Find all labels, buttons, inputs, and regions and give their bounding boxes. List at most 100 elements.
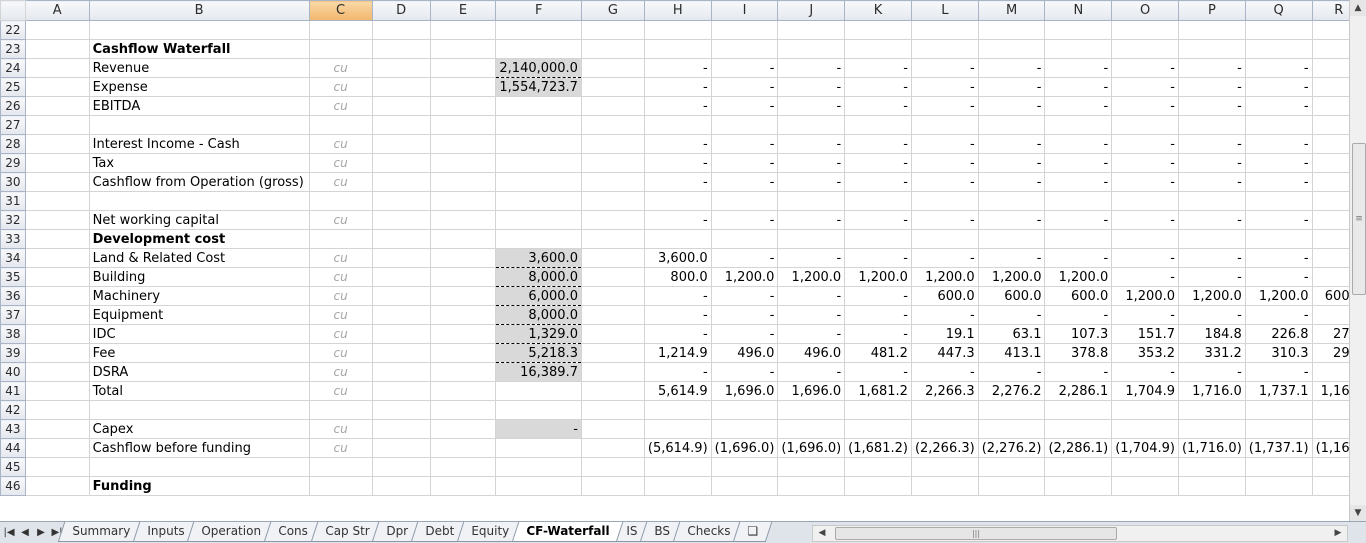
value-cell[interactable]	[777, 457, 846, 477]
value-cell[interactable]: 1,681.2	[844, 381, 912, 401]
value-cell[interactable]: -	[643, 324, 712, 344]
select-all-corner[interactable]	[0, 0, 26, 21]
value-cell[interactable]: -	[977, 248, 1046, 268]
value-cell[interactable]: (5,614.9)	[643, 438, 712, 458]
cell-d[interactable]	[371, 39, 431, 59]
value-cell[interactable]: -	[844, 305, 912, 325]
value-cell[interactable]: -	[910, 96, 979, 116]
value-cell[interactable]	[777, 229, 846, 249]
value-cell[interactable]: -	[777, 286, 846, 306]
value-cell[interactable]: -	[1044, 153, 1113, 173]
cell-e[interactable]	[429, 305, 497, 325]
value-cell[interactable]: -	[710, 172, 779, 192]
value-cell[interactable]: -	[977, 96, 1046, 116]
cell-f[interactable]	[495, 20, 582, 40]
cell-g[interactable]	[580, 305, 645, 325]
cell-d[interactable]	[371, 77, 431, 97]
value-cell[interactable]: 378.8	[1044, 343, 1113, 363]
value-cell[interactable]: -	[844, 134, 912, 154]
value-cell[interactable]: -	[1244, 267, 1313, 287]
value-cell[interactable]: -	[777, 58, 846, 78]
row-label-cell[interactable]: Revenue	[88, 58, 310, 78]
cell-a[interactable]	[24, 172, 90, 192]
value-cell[interactable]	[1244, 476, 1313, 496]
row-label-cell[interactable]: Machinery	[88, 286, 310, 306]
value-cell[interactable]	[910, 20, 979, 40]
column-header-p[interactable]: P	[1178, 0, 1246, 21]
value-cell[interactable]: -	[710, 77, 779, 97]
value-cell[interactable]	[1244, 115, 1313, 135]
value-cell[interactable]	[1044, 457, 1113, 477]
unit-cell[interactable]: cu	[308, 77, 373, 97]
value-cell[interactable]: -	[910, 362, 979, 382]
row-header[interactable]: 23	[0, 39, 26, 59]
row-label-cell[interactable]: Funding	[88, 476, 310, 496]
unit-cell[interactable]: cu	[308, 96, 373, 116]
value-cell[interactable]	[977, 457, 1046, 477]
row-label-cell[interactable]: Cashflow from Operation (gross)	[88, 172, 310, 192]
column-header-h[interactable]: H	[643, 0, 712, 21]
value-cell[interactable]	[977, 400, 1046, 420]
cell-e[interactable]	[429, 229, 497, 249]
value-cell[interactable]: 1,200.0	[777, 267, 846, 287]
value-cell[interactable]	[844, 115, 912, 135]
row-header[interactable]: 45	[0, 457, 26, 477]
row-header[interactable]: 46	[0, 476, 26, 496]
unit-cell[interactable]	[308, 229, 373, 249]
row-label-cell[interactable]: Equipment	[88, 305, 310, 325]
value-cell[interactable]: -	[844, 324, 912, 344]
value-cell[interactable]: (1,737.1)	[1244, 438, 1313, 458]
cell-g[interactable]	[580, 229, 645, 249]
column-header-i[interactable]: I	[710, 0, 779, 21]
unit-cell[interactable]	[308, 115, 373, 135]
value-cell[interactable]: -	[1111, 96, 1179, 116]
cell-g[interactable]	[580, 58, 645, 78]
cell-d[interactable]	[371, 210, 431, 230]
value-cell[interactable]: (2,286.1)	[1044, 438, 1113, 458]
cell-g[interactable]	[580, 362, 645, 382]
row-header[interactable]: 39	[0, 343, 26, 363]
cell-d[interactable]	[371, 153, 431, 173]
row-label-cell[interactable]: DSRA	[88, 362, 310, 382]
row-label-cell[interactable]: Expense	[88, 77, 310, 97]
cell-g[interactable]	[580, 400, 645, 420]
value-cell[interactable]: 1,696.0	[710, 381, 779, 401]
unit-cell[interactable]: cu	[308, 362, 373, 382]
cell-f[interactable]	[495, 172, 582, 192]
value-cell[interactable]	[1178, 39, 1246, 59]
cell-e[interactable]	[429, 457, 497, 477]
value-cell[interactable]: -	[1178, 96, 1246, 116]
value-cell[interactable]	[1178, 229, 1246, 249]
cell-f[interactable]	[495, 400, 582, 420]
value-cell[interactable]	[1111, 229, 1179, 249]
row-header[interactable]: 37	[0, 305, 26, 325]
row-header[interactable]: 22	[0, 20, 26, 40]
cell-g[interactable]	[580, 267, 645, 287]
value-cell[interactable]: (1,681.2)	[844, 438, 912, 458]
unit-cell[interactable]: cu	[308, 324, 373, 344]
unit-cell[interactable]: cu	[308, 153, 373, 173]
cell-e[interactable]	[429, 39, 497, 59]
row-label-cell[interactable]	[88, 400, 310, 420]
value-cell[interactable]: 1,200.0	[910, 267, 979, 287]
vertical-scroll-thumb[interactable]: ≡	[1352, 143, 1366, 295]
value-cell[interactable]: 184.8	[1178, 324, 1246, 344]
value-cell[interactable]: -	[777, 96, 846, 116]
value-cell[interactable]	[710, 20, 779, 40]
value-cell[interactable]	[1044, 39, 1113, 59]
value-cell[interactable]	[1044, 191, 1113, 211]
cell-a[interactable]	[24, 476, 90, 496]
value-cell[interactable]: 151.7	[1111, 324, 1179, 344]
unit-cell[interactable]: cu	[308, 58, 373, 78]
value-cell[interactable]: -	[710, 362, 779, 382]
column-header-q[interactable]: Q	[1244, 0, 1313, 21]
value-cell[interactable]	[977, 20, 1046, 40]
value-cell[interactable]: -	[1111, 305, 1179, 325]
value-cell[interactable]	[1178, 115, 1246, 135]
cell-g[interactable]	[580, 324, 645, 344]
value-cell[interactable]	[1244, 419, 1313, 439]
value-cell[interactable]	[1244, 400, 1313, 420]
value-cell[interactable]: -	[1044, 134, 1113, 154]
value-cell[interactable]: -	[844, 286, 912, 306]
value-cell[interactable]: -	[643, 362, 712, 382]
